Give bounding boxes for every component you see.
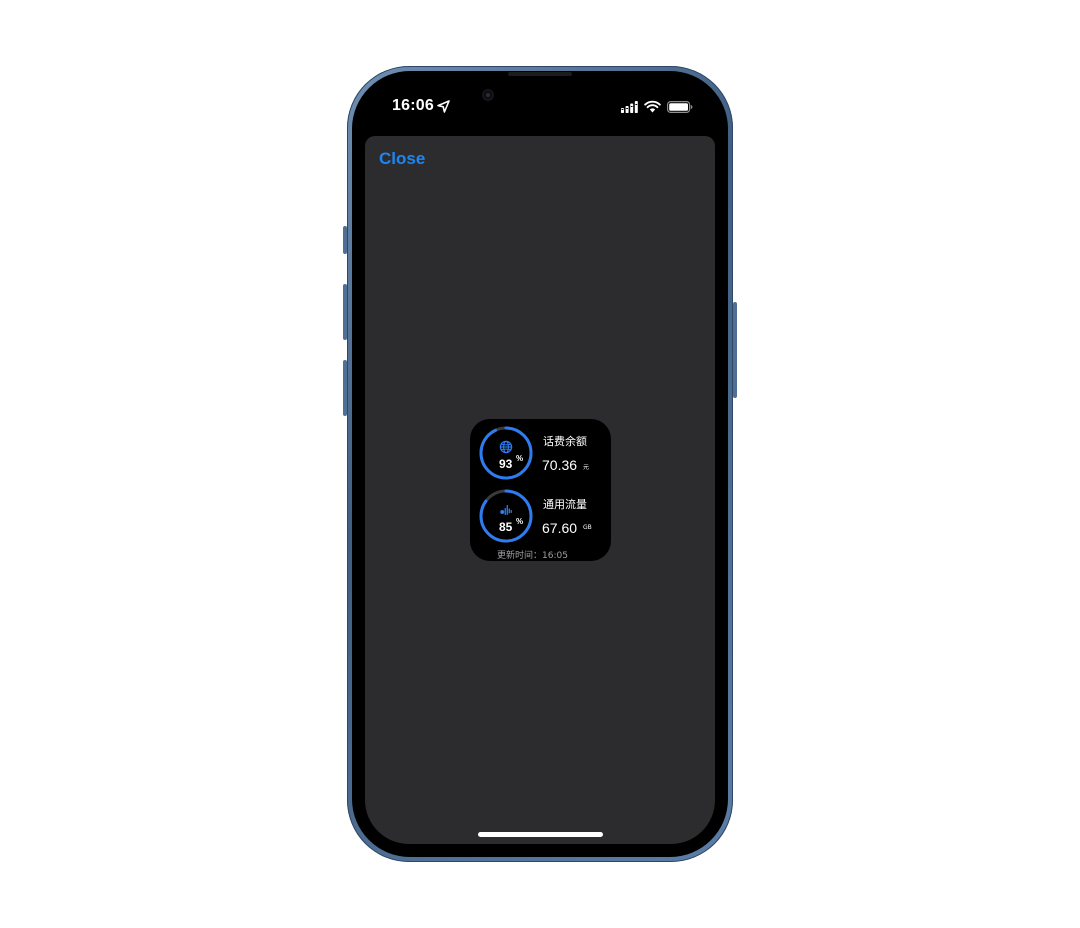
volume-down-button [343, 360, 347, 416]
data-flow-icon [500, 505, 512, 515]
balance-unit: 元 [583, 464, 590, 471]
speaker-grille [508, 72, 572, 76]
data-value: 67.60 [542, 520, 578, 536]
balance-value: 70.36 [542, 457, 578, 473]
data-label: 通用流量 [543, 498, 587, 511]
front-camera [482, 89, 494, 101]
battery-icon [667, 101, 693, 113]
balance-label: 话费余额 [543, 435, 587, 448]
wifi-icon [644, 100, 661, 113]
data-unit: GB [583, 524, 592, 531]
cellular-signal-icon [621, 101, 638, 113]
close-button[interactable]: Close [379, 149, 425, 169]
balance-percent: 93 [499, 457, 513, 471]
power-button [733, 302, 737, 398]
update-time-label: 更新时间： [497, 551, 543, 561]
location-arrow-icon [437, 100, 450, 113]
simulator-stage: 16:06 Close 93 % 话费余额 70.36 元 85 % 通用流量 … [0, 0, 1080, 928]
home-indicator[interactable] [478, 832, 603, 837]
data-percent-unit: % [516, 517, 524, 526]
data-percent: 85 [499, 520, 513, 534]
update-time-value: 16:05 [542, 551, 568, 561]
globe-icon [499, 440, 513, 454]
update-time-row: 更新时间：16:05 [497, 548, 568, 561]
status-time: 16:06 [392, 97, 434, 114]
volume-up-button [343, 284, 347, 340]
balance-percent-unit: % [516, 454, 524, 463]
silent-switch [343, 226, 347, 254]
